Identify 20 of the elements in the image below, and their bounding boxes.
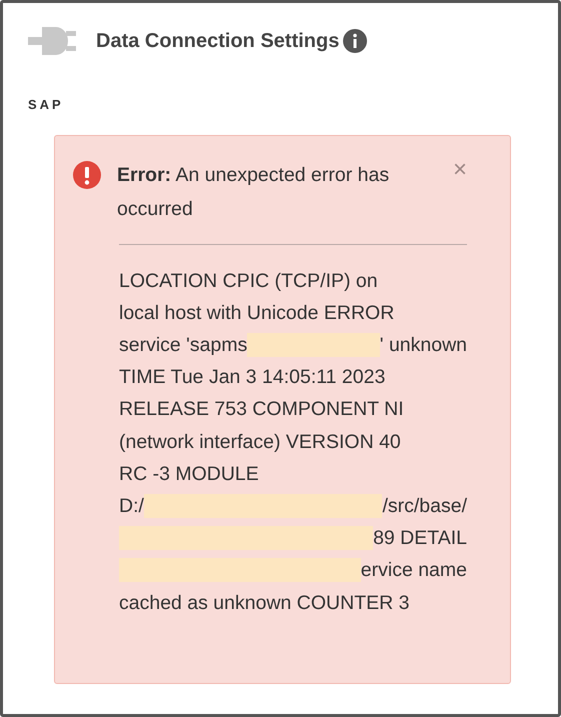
section-label: SAP <box>28 96 65 114</box>
error-detail-text: /src/base/ <box>382 494 467 519</box>
error-detail-text: cached as unknown COUNTER 3 <box>119 590 410 616</box>
error-message: Error: An unexpected error has occurred <box>117 162 390 222</box>
error-detail-text: service 'sapms <box>119 332 248 358</box>
error-detail-text: ' unknown <box>380 332 467 358</box>
error-detail-text: 89 DETAIL <box>373 526 467 552</box>
error-detail-text: RC -3 MODULE <box>119 462 259 487</box>
error-detail-text: (network interface) VERSION 40 <box>119 430 401 455</box>
error-detail-text: TIME Tue Jan 3 14:05:11 2023 <box>119 365 386 390</box>
info-icon[interactable] <box>343 29 368 53</box>
page-title: Data Connection Settings <box>96 29 340 54</box>
error-detail-text: local host with Unicode ERROR <box>119 300 394 326</box>
error-detail-text: LOCATION CPIC (TCP/IP) on <box>119 268 378 294</box>
plug-icon <box>28 25 76 57</box>
close-button[interactable]: × <box>453 158 468 182</box>
error-detail-text: ervice name <box>360 558 467 584</box>
error-detail-text: D:/ <box>119 494 144 519</box>
error-detail-text: RELEASE 753 COMPONENT NI <box>119 397 404 422</box>
error-icon <box>73 160 101 188</box>
